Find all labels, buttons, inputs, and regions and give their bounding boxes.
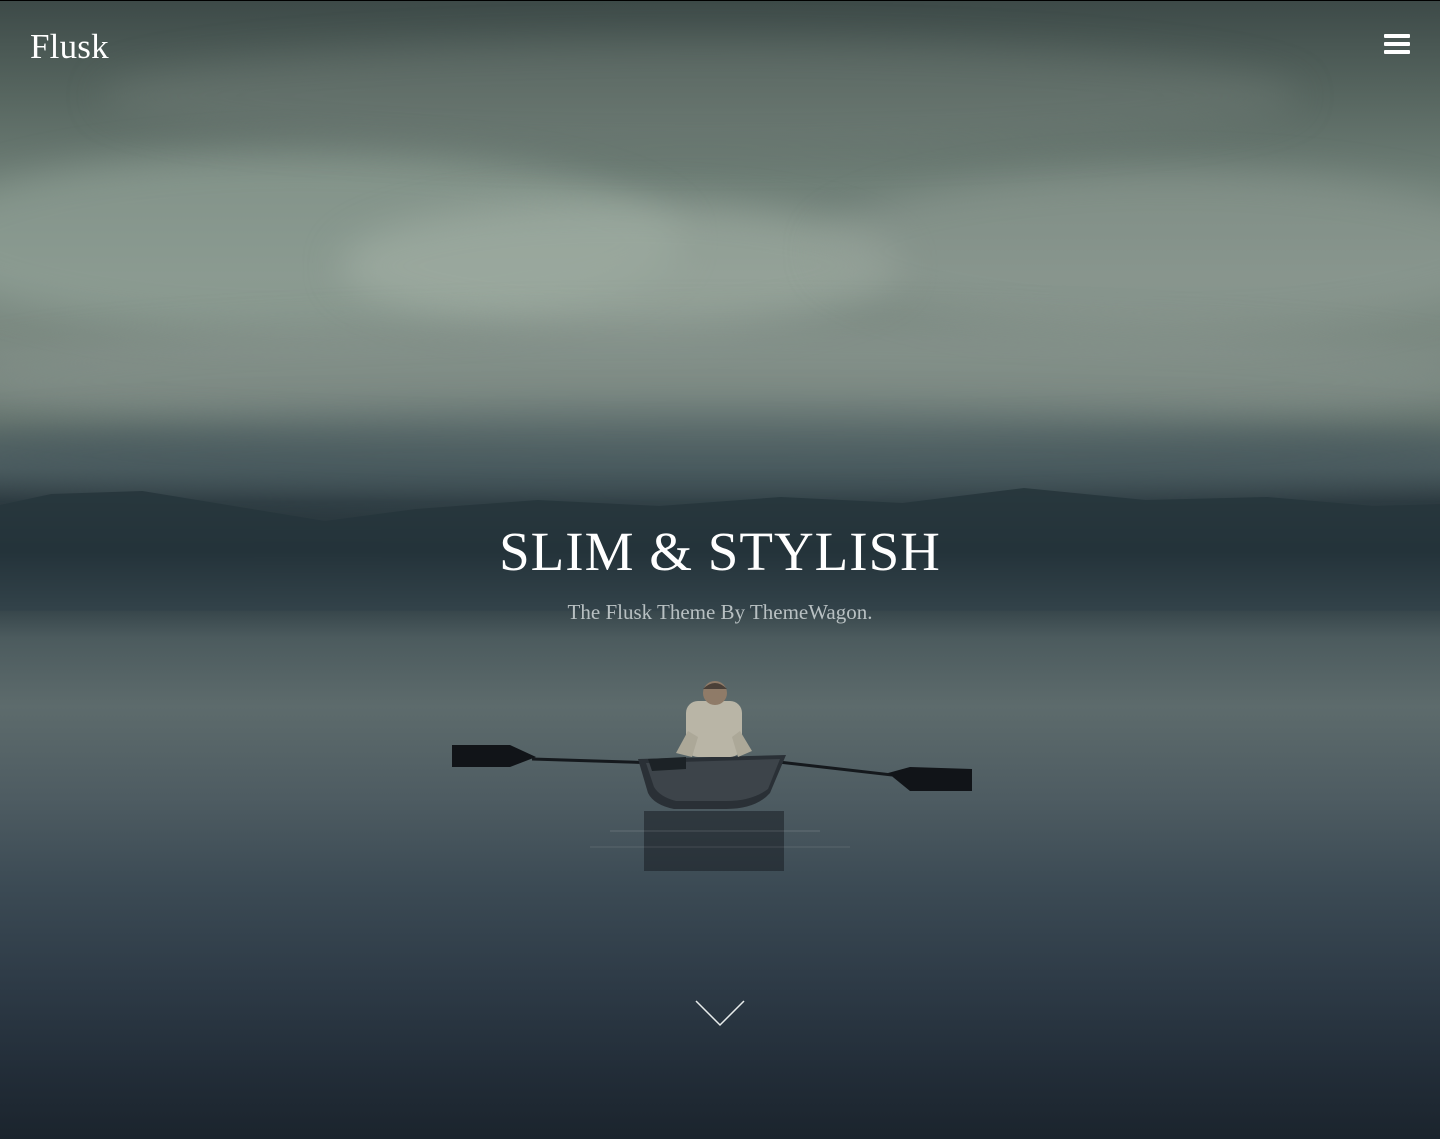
menu-bar: [1384, 42, 1410, 46]
rowboat-image: [440, 671, 1000, 891]
menu-bar: [1384, 34, 1410, 38]
cloud-layer: [0, 151, 680, 331]
hero-title: SLIM & STYLISH: [499, 521, 941, 582]
hero-text-block: SLIM & STYLISH The Flusk Theme By ThemeW…: [0, 518, 1440, 626]
brand-logo-link[interactable]: Flusk: [30, 27, 109, 67]
cloud-layer: [820, 171, 1440, 331]
cloud-layer: [340, 201, 900, 331]
top-navbar: Flusk: [0, 1, 1440, 101]
hero-section: Flusk SLIM & STYLISH The Flusk Theme By …: [0, 0, 1440, 1139]
cloud-layer: [0, 411, 1440, 501]
menu-bar: [1384, 50, 1410, 54]
hamburger-menu-icon[interactable]: [1384, 32, 1410, 56]
cloud-layer: [0, 321, 1440, 441]
hero-subtitle: The Flusk Theme By ThemeWagon.: [567, 600, 873, 624]
chevron-down-icon[interactable]: [694, 997, 746, 1029]
